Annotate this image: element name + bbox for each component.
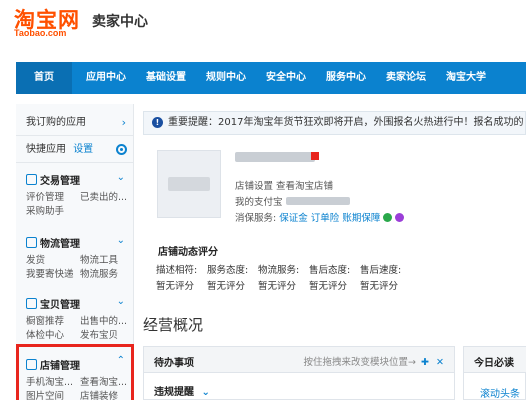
truck-icon	[26, 237, 37, 248]
today-title: 今日必读	[474, 358, 514, 369]
rating-value: 暂无评分	[258, 281, 297, 292]
service-deposit-link[interactable]: 保证金	[279, 213, 308, 224]
rating-value: 暂无评分	[207, 281, 246, 292]
nav-app-center[interactable]: 应用中心	[78, 62, 134, 94]
today-headline-link[interactable]: 滚动头条	[480, 385, 520, 400]
highlight-box	[16, 344, 134, 400]
order-icon	[26, 174, 37, 185]
shop-badge-icon	[311, 152, 319, 160]
rating-label: 售后速度:	[360, 265, 402, 276]
notice-bar[interactable]: ! 重要提醒：2017年淘宝年货节狂欢即将开启，外围报名火热进行中！报名成功的	[143, 111, 526, 135]
gear-icon[interactable]	[116, 144, 127, 155]
todo-panel: 待办事项 按住拖拽来改变模块位置→ ✚ ✕ 违规提醒 ⌄	[143, 346, 455, 400]
rating-value: 暂无评分	[156, 281, 195, 292]
rating-values: 暂无评分 暂无评分 暂无评分 暂无评分 暂无评分	[156, 278, 411, 292]
chevron-down-icon[interactable]: ⌄	[117, 235, 125, 246]
sidebar-link-logistics-service[interactable]: 物流服务	[80, 266, 118, 280]
rating-label: 描述相符:	[156, 265, 198, 276]
rating-label: 服务态度:	[207, 265, 249, 276]
chevron-right-icon: ›	[121, 116, 126, 129]
check-icon	[383, 213, 393, 222]
sidebar-link-ship[interactable]: 发货	[26, 252, 45, 266]
rating-label: 售后态度:	[309, 265, 351, 276]
sidebar-link-review[interactable]: 评价管理	[26, 189, 64, 203]
close-icon[interactable]: ✕	[436, 357, 444, 368]
shop-card: 店铺设置 查看淘宝店铺 我的支付宝 消保服务: 保证金 订单险 账期保障	[143, 140, 526, 230]
nav-security-center[interactable]: 安全中心	[258, 62, 314, 94]
sidebar-section-items[interactable]: 宝贝管理	[26, 296, 80, 311]
sidebar-link-logistics-tools[interactable]: 物流工具	[80, 252, 118, 266]
nav-seller-forum[interactable]: 卖家论坛	[378, 62, 434, 94]
sidebar-link-purchase[interactable]: 采购助手	[26, 203, 64, 217]
todo-title: 待办事项	[154, 358, 194, 369]
chevron-down-icon[interactable]: ⌄	[117, 296, 125, 307]
nav-rules-center[interactable]: 规则中心	[198, 62, 254, 94]
todo-header[interactable]: 待办事项 按住拖拽来改变模块位置→ ✚ ✕	[144, 347, 454, 373]
blurred-shop-logo	[168, 177, 210, 191]
chevron-down-icon[interactable]: ⌄	[117, 172, 125, 183]
nav-basic-settings[interactable]: 基础设置	[138, 62, 194, 94]
notice-text: 重要提醒：2017年淘宝年货节狂欢即将开启，外围报名火热进行中！报名成功的	[168, 117, 524, 128]
main-nav: 首页 应用中心 基础设置 规则中心 安全中心 服务中心 卖家论坛 淘宝大学	[16, 62, 526, 94]
chevron-down-icon: ⌄	[201, 387, 210, 398]
taobao-logo-sub: Taobao.com	[14, 28, 67, 38]
sidebar-my-apps-label: 我订购的应用	[26, 117, 86, 128]
info-icon: !	[152, 117, 163, 128]
sidebar-quick-apps-label: 快捷应用	[26, 144, 66, 155]
sidebar-section-logistics[interactable]: 物流管理	[26, 235, 80, 250]
service-period-guarantee-link[interactable]: 账期保障	[342, 213, 380, 224]
purple-badge-icon	[395, 213, 405, 222]
page-title: 卖家中心	[92, 14, 148, 30]
sidebar-link-window[interactable]: 橱窗推荐	[26, 313, 64, 327]
todo-hint: 按住拖拽来改变模块位置→ ✚ ✕	[303, 357, 444, 368]
shop-services-line: 消保服务: 保证金 订单险 账期保障	[235, 210, 405, 224]
rating-value: 暂无评分	[309, 281, 348, 292]
nav-taobao-university[interactable]: 淘宝大学	[438, 62, 494, 94]
shop-avatar[interactable]	[157, 150, 221, 218]
quick-apps-settings-link[interactable]: 设置	[73, 144, 93, 155]
todo-violation-reminder[interactable]: 违规提醒 ⌄	[154, 383, 210, 398]
rating-title: 店铺动态评分	[158, 247, 218, 258]
sidebar-link-checkup[interactable]: 体检中心	[26, 327, 64, 341]
trophy-icon	[26, 298, 37, 309]
shop-alipay-line[interactable]: 我的支付宝	[235, 194, 350, 208]
sidebar-link-sold[interactable]: 已卖出的...	[80, 189, 127, 203]
overview-title: 经营概况	[143, 316, 204, 334]
rating-labels: 描述相符: 服务态度: 物流服务: 售后态度: 售后速度:	[156, 262, 411, 276]
sidebar-section-trade[interactable]: 交易管理	[26, 172, 80, 187]
nav-service-center[interactable]: 服务中心	[318, 62, 374, 94]
header: 淘宝网 Taobao.com 卖家中心	[0, 0, 526, 62]
service-order-insurance-link[interactable]: 订单险	[311, 213, 340, 224]
blurred-shop-name	[235, 152, 315, 162]
sidebar-link-express[interactable]: 我要寄快递	[26, 266, 74, 280]
nav-home[interactable]: 首页	[16, 62, 72, 94]
rating-value: 暂无评分	[360, 281, 399, 292]
rating-label: 物流服务:	[258, 265, 300, 276]
move-icon[interactable]: ✚	[421, 357, 429, 368]
sidebar-link-on-sale[interactable]: 出售中的...	[80, 313, 127, 327]
sidebar-quick-apps: 快捷应用 设置	[16, 137, 134, 163]
today-panel: 今日必读 滚动头条	[463, 346, 526, 400]
blurred-alipay-account	[285, 197, 350, 205]
shop-settings-line[interactable]: 店铺设置 查看淘宝店铺	[235, 178, 333, 192]
sidebar-my-apps[interactable]: 我订购的应用 ›	[16, 110, 134, 136]
sidebar-link-publish[interactable]: 发布宝贝	[80, 327, 118, 341]
today-header: 今日必读	[464, 347, 526, 373]
